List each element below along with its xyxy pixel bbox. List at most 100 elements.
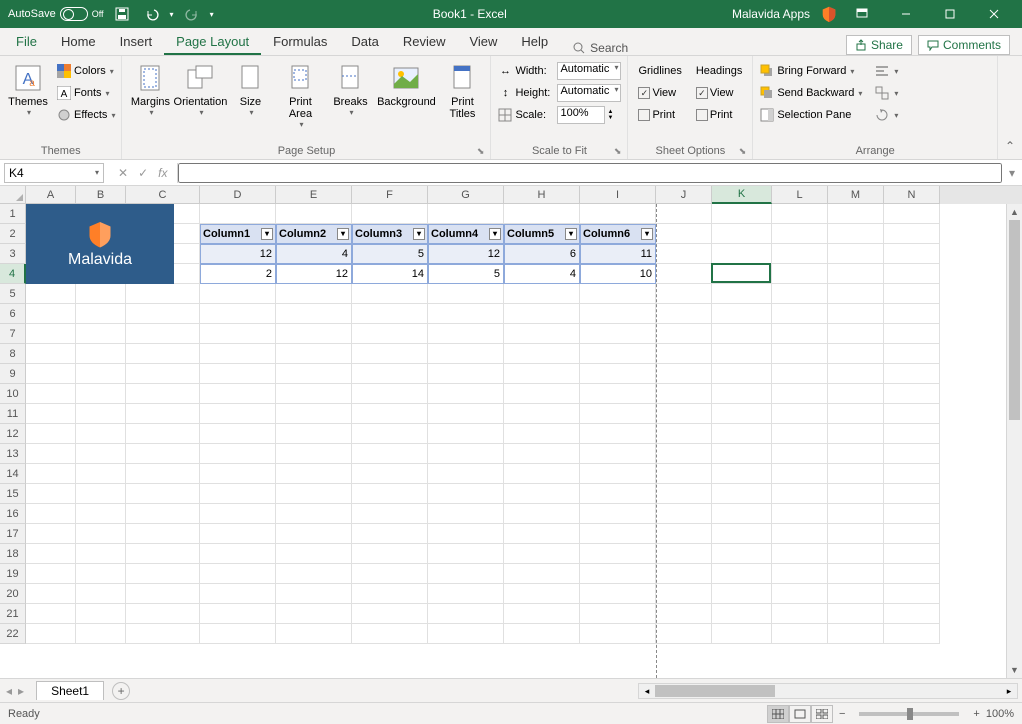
cell[interactable] <box>428 204 504 224</box>
cell[interactable] <box>828 364 884 384</box>
cell[interactable] <box>828 224 884 244</box>
cell[interactable] <box>26 284 76 304</box>
column-header[interactable]: C <box>126 186 200 204</box>
cell[interactable] <box>428 344 504 364</box>
cell[interactable] <box>712 344 772 364</box>
cell[interactable] <box>772 364 828 384</box>
cell[interactable] <box>276 624 352 644</box>
send-backward-button[interactable]: Send Backward▾ <box>757 82 864 104</box>
headings-print-checkbox[interactable]: Print <box>694 104 744 126</box>
cell[interactable] <box>580 364 656 384</box>
cell[interactable] <box>126 444 200 464</box>
cell[interactable] <box>772 244 828 264</box>
cell[interactable] <box>76 604 126 624</box>
filter-dropdown-icon[interactable]: ▾ <box>261 228 273 240</box>
table-header-cell[interactable]: Column6▾ <box>580 224 656 244</box>
cell[interactable] <box>276 564 352 584</box>
tab-help[interactable]: Help <box>509 30 560 55</box>
cell[interactable] <box>200 324 276 344</box>
cell[interactable] <box>656 264 712 284</box>
cell[interactable] <box>580 604 656 624</box>
gridlines-view-checkbox[interactable]: ✓View <box>636 82 683 104</box>
cell[interactable] <box>428 544 504 564</box>
cell[interactable] <box>884 204 940 224</box>
cell[interactable] <box>428 364 504 384</box>
name-box[interactable]: K4 ▾ <box>4 163 104 183</box>
scroll-left-icon[interactable]: ◂ <box>639 684 655 698</box>
cell[interactable] <box>200 604 276 624</box>
filter-dropdown-icon[interactable]: ▾ <box>337 228 349 240</box>
row-header[interactable]: 4 <box>0 264 26 284</box>
cell[interactable] <box>772 404 828 424</box>
cell[interactable] <box>884 564 940 584</box>
cell[interactable] <box>580 284 656 304</box>
cell[interactable] <box>580 564 656 584</box>
cell[interactable] <box>656 244 712 264</box>
row-header[interactable]: 10 <box>0 384 26 404</box>
dialog-launcher-icon[interactable]: ⬊ <box>614 146 622 157</box>
filter-dropdown-icon[interactable]: ▾ <box>641 228 653 240</box>
cell[interactable] <box>656 504 712 524</box>
column-header[interactable]: F <box>352 186 428 204</box>
cell[interactable] <box>26 464 76 484</box>
group-button[interactable]: ▾ <box>872 82 900 104</box>
cell[interactable] <box>772 544 828 564</box>
cell[interactable] <box>884 364 940 384</box>
cell[interactable] <box>352 604 428 624</box>
cell[interactable] <box>828 604 884 624</box>
cell[interactable] <box>428 384 504 404</box>
cell[interactable] <box>200 544 276 564</box>
rotate-button[interactable]: ▾ <box>872 104 900 126</box>
filter-dropdown-icon[interactable]: ▾ <box>489 228 501 240</box>
cell[interactable] <box>656 204 712 224</box>
cell[interactable] <box>352 624 428 644</box>
scrollbar-thumb[interactable] <box>655 685 775 697</box>
cell[interactable] <box>428 404 504 424</box>
row-header[interactable]: 11 <box>0 404 26 424</box>
cell[interactable] <box>712 384 772 404</box>
themes-button[interactable]: Aa Themes ▾ <box>4 60 52 119</box>
cell[interactable] <box>504 364 580 384</box>
cell[interactable] <box>828 264 884 284</box>
cell[interactable] <box>772 604 828 624</box>
cell[interactable] <box>772 564 828 584</box>
cell[interactable] <box>200 404 276 424</box>
cell[interactable] <box>352 564 428 584</box>
cell[interactable] <box>712 244 772 264</box>
cell[interactable] <box>580 204 656 224</box>
cell[interactable] <box>200 564 276 584</box>
tab-insert[interactable]: Insert <box>108 30 165 55</box>
cell[interactable] <box>884 384 940 404</box>
cell[interactable] <box>712 444 772 464</box>
cell[interactable] <box>76 544 126 564</box>
cell[interactable] <box>580 304 656 324</box>
cell[interactable] <box>76 304 126 324</box>
cell[interactable] <box>276 344 352 364</box>
cell[interactable] <box>504 604 580 624</box>
cell[interactable] <box>828 324 884 344</box>
cell[interactable] <box>428 624 504 644</box>
share-button[interactable]: Share <box>846 35 912 55</box>
headings-view-checkbox[interactable]: ✓View <box>694 82 744 104</box>
filter-dropdown-icon[interactable]: ▾ <box>565 228 577 240</box>
cell[interactable] <box>504 304 580 324</box>
cell[interactable] <box>200 344 276 364</box>
cell[interactable] <box>712 324 772 344</box>
tab-nav-prev-icon[interactable]: ◂ <box>4 684 14 698</box>
cell[interactable] <box>828 304 884 324</box>
cell[interactable] <box>26 344 76 364</box>
cell[interactable] <box>428 284 504 304</box>
cell[interactable] <box>126 484 200 504</box>
comments-button[interactable]: Comments <box>918 35 1010 55</box>
collapse-ribbon-icon[interactable]: ⌃ <box>998 56 1022 159</box>
cell[interactable] <box>76 464 126 484</box>
cell[interactable] <box>126 344 200 364</box>
table-cell[interactable]: 4 <box>276 244 352 264</box>
cell[interactable] <box>580 504 656 524</box>
cell[interactable] <box>656 424 712 444</box>
chevron-down-icon[interactable]: ▾ <box>95 168 99 177</box>
cell[interactable] <box>26 424 76 444</box>
zoom-level[interactable]: 100% <box>986 708 1014 720</box>
cell[interactable] <box>504 584 580 604</box>
row-header[interactable]: 2 <box>0 224 26 244</box>
